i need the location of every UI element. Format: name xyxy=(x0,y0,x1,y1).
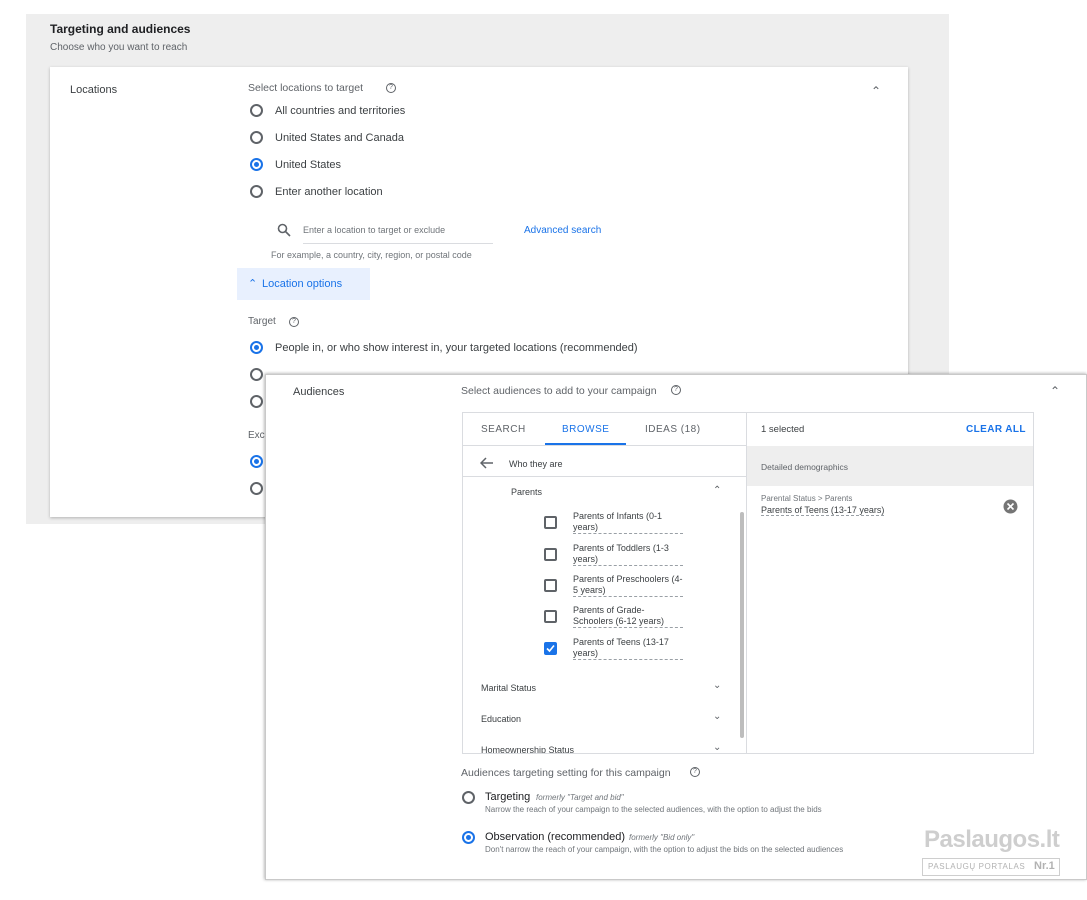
checkbox-parents-infants[interactable] xyxy=(544,516,557,529)
radio-exclude-option-2[interactable] xyxy=(250,482,263,495)
help-icon[interactable]: ? xyxy=(289,317,299,327)
radio-all-countries[interactable] xyxy=(250,104,263,117)
group-marital-status[interactable]: Marital Status xyxy=(481,683,536,693)
watermark-brand: Paslaugos.lt xyxy=(924,826,1060,853)
clear-all-button[interactable]: CLEAR ALL xyxy=(966,424,1026,435)
radio-target-people-in-or-interest[interactable] xyxy=(250,341,263,354)
audiences-label: Audiences xyxy=(293,386,345,398)
remove-icon[interactable] xyxy=(1003,499,1018,514)
list-item: Parents of Grade-Schoolers (6-12 years) xyxy=(573,605,683,628)
radio-united-states[interactable] xyxy=(250,158,263,171)
check-icon xyxy=(546,644,555,653)
list-divider xyxy=(463,476,746,477)
list-item: Parents of Toddlers (1-3 years) xyxy=(573,543,683,566)
list-item: Parents of Infants (0-1 years) xyxy=(573,511,683,534)
arrow-back-icon[interactable] xyxy=(480,457,494,469)
option-label: United States and Canada xyxy=(275,132,405,144)
targeting-option-description: Narrow the reach of your campaign to the… xyxy=(485,805,822,814)
chevron-up-icon[interactable]: ⌃ xyxy=(871,84,881,98)
checkbox-parents-teens[interactable] xyxy=(544,642,557,655)
tab-search[interactable]: SEARCH xyxy=(481,424,526,435)
chevron-up-icon: ⌃ xyxy=(248,278,258,290)
option-label: All countries and territories xyxy=(275,105,406,117)
target-option-label: People in, or who show interest in, your… xyxy=(275,342,638,354)
search-icon xyxy=(277,223,291,237)
tabs-divider xyxy=(463,445,746,446)
search-hint: For example, a country, city, region, or… xyxy=(271,250,472,260)
checkbox-parents-toddlers[interactable] xyxy=(544,548,557,561)
chevron-up-icon[interactable]: ⌃ xyxy=(1050,384,1060,398)
chevron-down-icon[interactable]: ⌄ xyxy=(713,711,721,722)
locations-label: Locations xyxy=(70,84,118,96)
list-item: Parents of Preschoolers (4-5 years) xyxy=(573,574,683,597)
select-locations-label: Select locations to target xyxy=(248,82,363,94)
radio-targeting[interactable] xyxy=(462,791,475,804)
observation-option-formerly: formerly "Bid only" xyxy=(629,833,695,842)
watermark-tagline: PASLAUGŲ PORTALAS xyxy=(928,862,1026,871)
chevron-down-icon[interactable]: ⌄ xyxy=(713,742,721,753)
targeting-option-title: Targeting xyxy=(485,791,531,803)
chevron-up-icon[interactable]: ⌃ xyxy=(713,485,721,496)
group-parents-label: Parents xyxy=(511,487,543,497)
checkbox-parents-grade-schoolers[interactable] xyxy=(544,610,557,623)
advanced-search-link[interactable]: Advanced search xyxy=(524,225,601,236)
observation-option-description: Don't narrow the reach of your campaign,… xyxy=(485,845,844,854)
targeting-option-formerly: formerly "Target and bid" xyxy=(536,793,624,802)
option-label: Enter another location xyxy=(275,186,383,198)
selected-count: 1 selected xyxy=(761,424,805,435)
watermark-logo: Paslaugos.lt PASLAUGŲ PORTALAS Nr.1 xyxy=(922,826,1062,880)
selected-section-title: Detailed demographics xyxy=(761,462,848,472)
radio-another-location[interactable] xyxy=(250,185,263,198)
option-label: United States xyxy=(275,159,342,171)
targeting-setting-label: Audiences targeting setting for this cam… xyxy=(461,767,671,779)
section-title: Targeting and audiences xyxy=(50,22,191,36)
scrollbar[interactable] xyxy=(740,512,744,738)
selected-item-path: Parental Status > Parents xyxy=(761,494,853,503)
location-search-input[interactable]: Enter a location to target or exclude xyxy=(303,225,493,244)
list-clip: Homeownership Status ⌄ xyxy=(463,742,746,753)
chevron-down-icon[interactable]: ⌄ xyxy=(713,680,721,691)
group-homeownership-status[interactable]: Homeownership Status xyxy=(481,745,574,753)
help-icon[interactable]: ? xyxy=(671,385,681,395)
radio-target-option-3[interactable] xyxy=(250,395,263,408)
radio-observation[interactable] xyxy=(462,831,475,844)
tab-ideas[interactable]: IDEAS (18) xyxy=(645,424,701,435)
list-item: Parents of Teens (13-17 years) xyxy=(573,637,683,660)
exclude-label: Exc xyxy=(248,430,265,441)
breadcrumb-who-they-are: Who they are xyxy=(509,459,563,469)
target-label: Target xyxy=(248,316,276,327)
radio-target-option-2[interactable] xyxy=(250,368,263,381)
section-subtitle: Choose who you want to reach xyxy=(50,42,188,53)
group-education[interactable]: Education xyxy=(481,714,521,724)
checkbox-parents-preschoolers[interactable] xyxy=(544,579,557,592)
observation-option-title: Observation (recommended) xyxy=(485,831,626,843)
radio-exclude-option-1[interactable] xyxy=(250,455,263,468)
select-audiences-label: Select audiences to add to your campaign xyxy=(461,385,657,397)
tab-browse[interactable]: BROWSE xyxy=(562,424,609,435)
selected-item: Parents of Teens (13-17 years) xyxy=(761,505,885,516)
radio-us-canada[interactable] xyxy=(250,131,263,144)
watermark-rank: Nr.1 xyxy=(1034,860,1055,872)
location-options-label: Location options xyxy=(262,278,343,290)
help-icon[interactable]: ? xyxy=(690,767,700,777)
help-icon[interactable]: ? xyxy=(386,83,396,93)
